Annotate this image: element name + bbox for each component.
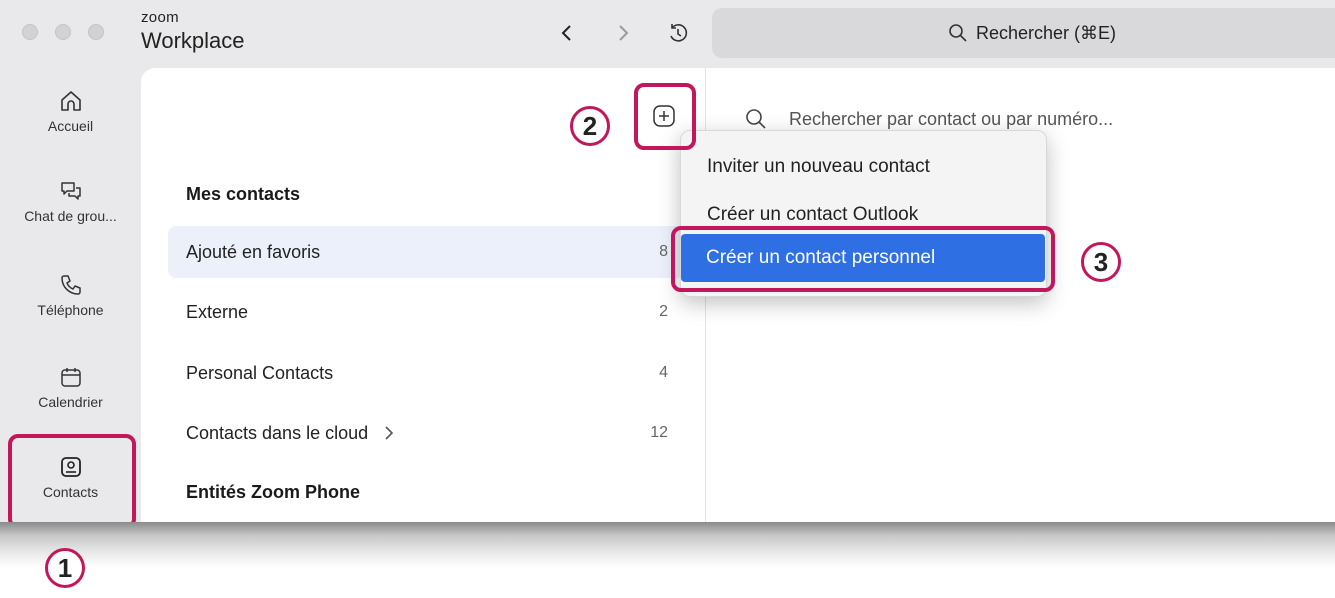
sidebar-item-label: Calendrier bbox=[38, 394, 103, 410]
history-button[interactable] bbox=[667, 22, 689, 44]
contact-search-placeholder: Rechercher par contact ou par numéro... bbox=[789, 108, 1114, 129]
chat-icon bbox=[60, 182, 81, 200]
contact-group-count: 2 bbox=[659, 303, 668, 320]
search-icon bbox=[746, 109, 766, 129]
contact-group-count: 4 bbox=[659, 364, 668, 381]
menu-item-label: Créer un contact Outlook bbox=[707, 204, 919, 225]
brand-zoom: zoom bbox=[141, 9, 179, 26]
step-badge-3: 3 bbox=[1081, 242, 1121, 282]
sidebar-item-label: Chat de grou... bbox=[24, 208, 117, 224]
title-bar: zoom Workplace Rechercher (⌘E) bbox=[0, 0, 1335, 68]
chevron-right-icon bbox=[619, 25, 629, 41]
sidebar-item-group-chat[interactable]: Chat de grou... bbox=[0, 164, 141, 244]
zoom-window-button[interactable] bbox=[88, 24, 104, 40]
zoom-window: zoom Workplace Rechercher (⌘E) Accueil C… bbox=[0, 0, 1335, 525]
forward-button[interactable] bbox=[612, 22, 634, 44]
contact-group-favorites[interactable]: Ajouté en favoris 8 bbox=[168, 226, 684, 278]
close-window-button[interactable] bbox=[22, 24, 38, 40]
phone-icon bbox=[60, 275, 81, 295]
highlight-personal-contact bbox=[671, 226, 1055, 292]
calendar-icon bbox=[60, 368, 81, 387]
step-badge-2: 2 bbox=[570, 106, 610, 146]
highlight-contacts bbox=[8, 434, 136, 525]
contact-group-label: Ajouté en favoris bbox=[186, 241, 321, 262]
back-button[interactable] bbox=[556, 22, 578, 44]
sidebar-item-phone[interactable]: Téléphone bbox=[0, 258, 141, 338]
sidebar-item-label: Accueil bbox=[47, 118, 94, 134]
search-icon bbox=[949, 24, 967, 42]
contact-group-count: 12 bbox=[650, 424, 668, 441]
chevron-left-icon bbox=[561, 25, 571, 41]
contact-group-label: Contacts dans le cloud bbox=[186, 422, 369, 443]
contact-group-cloud[interactable]: Contacts dans le cloud 12 bbox=[168, 407, 684, 459]
window-shadow bbox=[0, 522, 1335, 568]
global-search-label: Rechercher (⌘E) bbox=[975, 22, 1117, 43]
home-icon bbox=[60, 91, 81, 111]
menu-invite-contact[interactable]: Inviter un nouveau contact bbox=[681, 147, 1046, 187]
step-badge-1: 1 bbox=[45, 548, 85, 588]
contact-group-external[interactable]: Externe 2 bbox=[168, 286, 684, 338]
minimize-window-button[interactable] bbox=[55, 24, 71, 40]
global-search-bar[interactable]: Rechercher (⌘E) bbox=[712, 8, 1335, 58]
contact-group-label: Personal Contacts bbox=[186, 362, 334, 383]
sidebar-item-label: Téléphone bbox=[37, 302, 104, 318]
chevron-right-icon bbox=[385, 426, 394, 440]
contact-group-personal[interactable]: Personal Contacts 4 bbox=[168, 347, 684, 399]
section-my-contacts: Mes contacts bbox=[186, 184, 301, 204]
section-zoom-phone: Entités Zoom Phone bbox=[186, 482, 361, 502]
contact-group-count: 8 bbox=[659, 243, 668, 260]
contact-group-label: Externe bbox=[186, 301, 249, 322]
sidebar-item-calendar[interactable]: Calendrier bbox=[0, 350, 141, 430]
sidebar-item-home[interactable]: Accueil bbox=[0, 74, 141, 154]
history-icon bbox=[670, 24, 688, 42]
highlight-add-button bbox=[634, 83, 696, 150]
menu-item-label: Inviter un nouveau contact bbox=[707, 156, 930, 177]
brand-workplace: Workplace bbox=[141, 28, 245, 53]
contact-search-field[interactable]: Rechercher par contact ou par numéro... bbox=[745, 108, 1113, 130]
